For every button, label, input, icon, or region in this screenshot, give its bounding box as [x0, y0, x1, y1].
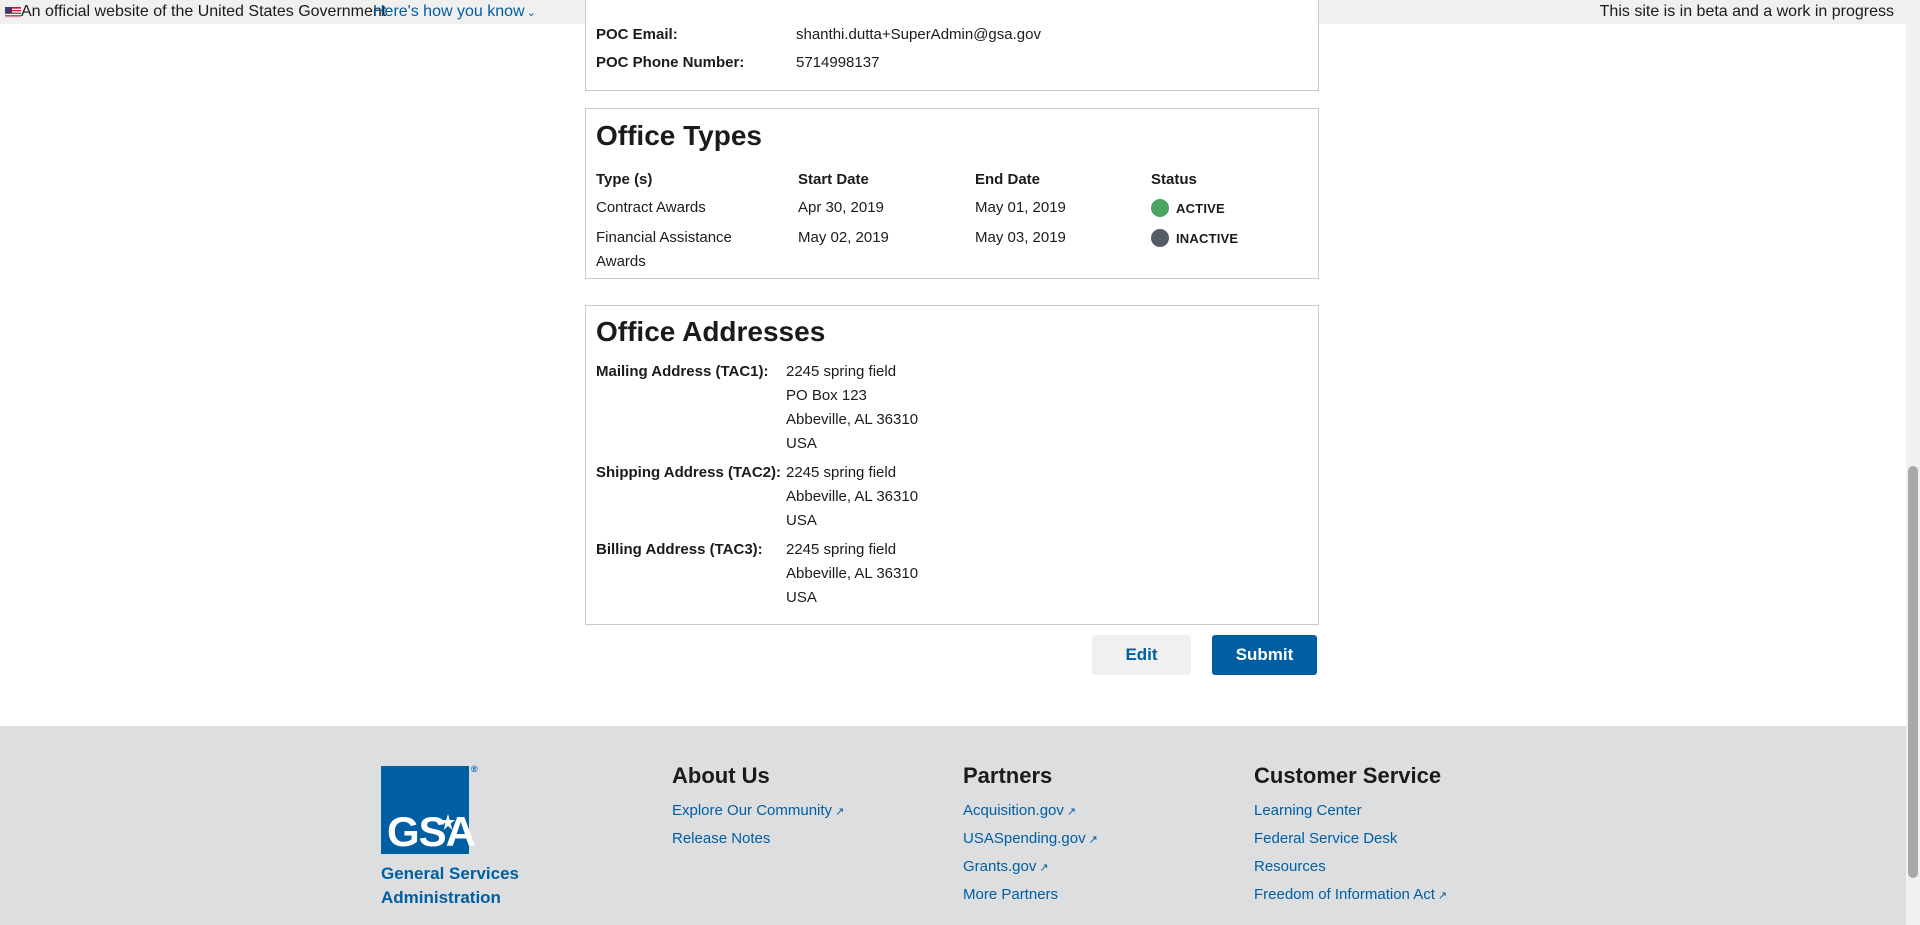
shipping-line-3: USA	[786, 512, 817, 529]
footer-link-more-partners[interactable]: More Partners	[963, 886, 1058, 903]
footer-link-resources[interactable]: Resources	[1254, 858, 1326, 875]
gsa-org-name: General Services Administration	[381, 862, 519, 910]
footer-link-label: Explore Our Community	[672, 802, 833, 819]
footer-link-label: Acquisition.gov	[963, 802, 1064, 819]
gsa-org-line1: General Services	[381, 864, 519, 883]
shipping-line-1: 2245 spring field	[786, 464, 897, 481]
gsa-logo-text: GSA	[387, 808, 476, 855]
us-flag-icon	[5, 7, 21, 18]
mailing-line-2: PO Box 123	[786, 387, 867, 404]
beta-notice: This site is in beta and a work in progr…	[1599, 3, 1894, 20]
office-addresses-title: Office Addresses	[596, 316, 826, 347]
chevron-down-icon: ⌄	[526, 7, 536, 19]
poc-email-label: POC Email:	[596, 26, 678, 43]
row1-end-date: May 01, 2019	[975, 199, 1066, 216]
shipping-address-label: Shipping Address (TAC2):	[596, 464, 781, 481]
footer-link-explore-community[interactable]: Explore Our Community ↗	[672, 802, 844, 819]
footer-about-heading: About Us	[672, 763, 770, 788]
poc-panel: POC Email: shanthi.dutta+SuperAdmin@gsa.…	[585, 0, 1319, 91]
office-addresses-panel: Office Addresses Mailing Address (TAC1):…	[585, 305, 1319, 625]
how-you-know-label: Here's how you know	[373, 3, 525, 20]
row2-type-line2: Awards	[596, 253, 646, 270]
row2-type-line1: Financial Assistance	[596, 229, 732, 246]
external-link-icon: ↗	[1066, 806, 1077, 818]
col-header-start-date: Start Date	[798, 171, 869, 188]
mailing-address-label: Mailing Address (TAC1):	[596, 363, 769, 380]
edit-button[interactable]: Edit	[1092, 635, 1191, 675]
footer-link-label: USASpending.gov	[963, 830, 1086, 847]
row2-end-date: May 03, 2019	[975, 229, 1066, 246]
external-link-icon: ↗	[1039, 862, 1049, 874]
footer-link-federal-service-desk[interactable]: Federal Service Desk	[1254, 830, 1397, 847]
mailing-line-4: USA	[786, 435, 817, 452]
billing-line-1: 2245 spring field	[786, 541, 897, 558]
poc-phone-value: 5714998137	[796, 54, 880, 71]
how-you-know-link[interactable]: Here's how you know ⌄	[373, 0, 536, 25]
footer-link-usaspending[interactable]: USASpending.gov ↗	[963, 830, 1098, 847]
row2-start-date: May 02, 2019	[798, 229, 889, 246]
col-header-status: Status	[1151, 171, 1197, 188]
billing-line-3: USA	[786, 589, 817, 606]
registered-mark-icon: ®	[471, 764, 478, 774]
office-types-panel: Office Types Type (s) Start Date End Dat…	[585, 108, 1319, 279]
scrollbar-thumb[interactable]	[1908, 466, 1918, 878]
poc-phone-label: POC Phone Number:	[596, 54, 745, 71]
external-link-icon: ↗	[1088, 834, 1098, 846]
row1-type: Contract Awards	[596, 199, 706, 216]
footer-customer-service-heading: Customer Service	[1254, 763, 1442, 788]
footer-link-grants[interactable]: Grants.gov ↗	[963, 858, 1049, 875]
billing-address-label: Billing Address (TAC3):	[596, 541, 763, 558]
row1-start-date: Apr 30, 2019	[798, 199, 884, 216]
external-link-icon: ↗	[835, 806, 845, 818]
official-site-text: An official website of the United States…	[21, 3, 387, 20]
col-header-end-date: End Date	[975, 171, 1041, 188]
gsa-logo-star-icon	[441, 814, 455, 830]
inactive-status-dot	[1151, 229, 1169, 247]
footer-link-label: Freedom of Information Act	[1254, 886, 1435, 903]
footer-link-learning-center[interactable]: Learning Center	[1254, 802, 1362, 819]
footer-partners-heading: Partners	[963, 763, 1053, 788]
row1-status: ACTIVE	[1176, 201, 1225, 216]
row2-status: INACTIVE	[1176, 231, 1239, 246]
external-link-icon: ↗	[1437, 890, 1448, 902]
mailing-line-1: 2245 spring field	[786, 363, 897, 380]
footer-link-foia[interactable]: Freedom of Information Act ↗	[1254, 886, 1447, 903]
office-types-title: Office Types	[596, 120, 762, 151]
poc-email-value: shanthi.dutta+SuperAdmin@gsa.gov	[796, 26, 1041, 43]
footer-link-label: Grants.gov	[963, 858, 1037, 875]
billing-line-2: Abbeville, AL 36310	[786, 565, 919, 582]
col-header-type: Type (s)	[596, 171, 653, 188]
gsa-org-line2: Administration	[381, 888, 501, 907]
site-footer	[0, 726, 1906, 925]
shipping-line-2: Abbeville, AL 36310	[786, 488, 919, 505]
footer-link-acquisition[interactable]: Acquisition.gov ↗	[963, 802, 1076, 819]
submit-button[interactable]: Submit	[1212, 635, 1317, 675]
gsa-logo[interactable]: GSA	[381, 766, 476, 855]
footer-link-release-notes[interactable]: Release Notes	[672, 830, 770, 847]
active-status-dot	[1151, 199, 1169, 217]
mailing-line-3: Abbeville, AL 36310	[786, 411, 919, 428]
